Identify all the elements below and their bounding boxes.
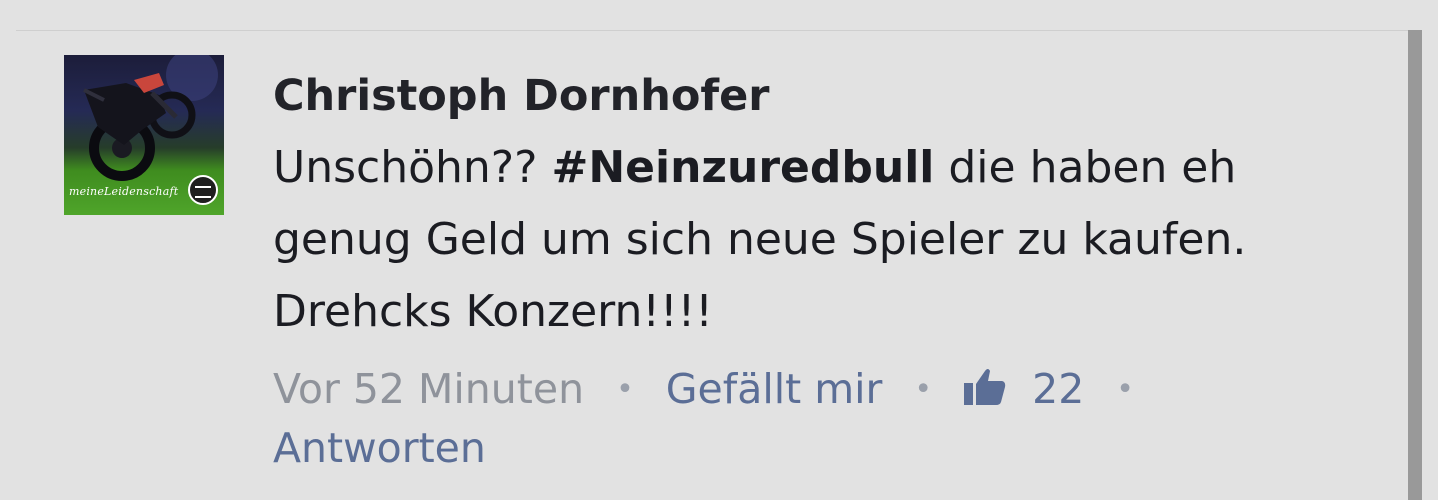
author-name[interactable]: Christoph Dornhofer bbox=[273, 68, 769, 124]
avatar-caption: meineLeidenschaft bbox=[69, 185, 179, 198]
separator-dot: • bbox=[616, 372, 634, 407]
hashtag-link[interactable]: #Neinzuredbull bbox=[551, 142, 934, 193]
comment-actions: Vor 52 Minuten • Gefällt mir • 22 • Antworten bbox=[273, 360, 1373, 477]
separator-dot: • bbox=[1116, 372, 1134, 407]
reply-button[interactable]: Antworten bbox=[273, 424, 486, 472]
timestamp[interactable]: Vor 52 Minuten bbox=[273, 365, 584, 413]
comment-text-before: Unschöhn?? bbox=[273, 142, 552, 193]
avatar[interactable]: meineLeidenschaft bbox=[64, 55, 224, 215]
club-badge-icon bbox=[188, 175, 218, 205]
top-divider bbox=[16, 30, 1408, 31]
comment-text: Unschöhn?? #Neinzuredbull die haben eh g… bbox=[273, 132, 1383, 348]
like-button[interactable]: Gefällt mir bbox=[666, 365, 883, 413]
scrollbar-thumb[interactable] bbox=[1408, 30, 1422, 500]
thumbs-up-icon[interactable] bbox=[964, 367, 1006, 407]
like-count[interactable]: 22 bbox=[1032, 365, 1084, 413]
separator-dot: • bbox=[914, 372, 933, 407]
